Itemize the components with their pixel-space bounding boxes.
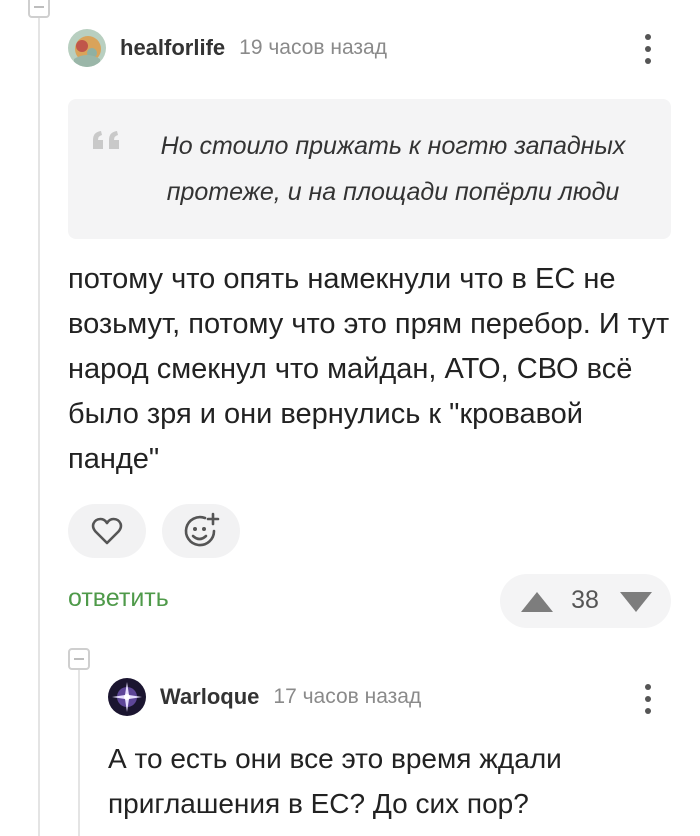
upvote-icon[interactable]	[520, 591, 554, 613]
reply-thread-line	[78, 670, 80, 836]
author-name[interactable]: healforlife	[120, 35, 225, 61]
downvote-icon[interactable]	[619, 591, 653, 613]
collapse-reply-button[interactable]	[68, 648, 90, 670]
more-options-icon[interactable]	[644, 34, 652, 64]
comment-timestamp[interactable]: 19 часов назад	[239, 36, 387, 60]
reply-button[interactable]: ответить	[68, 584, 169, 613]
avatar[interactable]	[68, 29, 106, 67]
comment-body: потому что опять намекнули что в ЕС не в…	[68, 263, 670, 475]
like-button[interactable]	[68, 504, 146, 558]
add-reaction-button[interactable]	[162, 504, 240, 558]
reply-body: А то есть они все это время ждали пригла…	[108, 743, 562, 819]
reply-more-options-icon[interactable]	[644, 684, 652, 714]
quote-block: Но стоило прижать к ногтю западных проте…	[68, 99, 671, 239]
heart-icon	[91, 517, 123, 545]
vote-widget: 38	[500, 574, 671, 628]
reply-header: Warloque 17 часов назад	[108, 678, 421, 716]
add-emoji-icon	[184, 512, 220, 547]
quote-text: Но стоило прижать к ногтю западных проте…	[160, 132, 626, 206]
thread-line	[38, 18, 40, 836]
rating-count: 38	[571, 586, 599, 614]
collapse-thread-button[interactable]	[28, 0, 50, 18]
quote-mark-icon	[90, 129, 124, 156]
comment-header: healforlife 19 часов назад	[68, 29, 387, 67]
reply-timestamp[interactable]: 17 часов назад	[273, 685, 421, 709]
reply-avatar[interactable]	[108, 678, 146, 716]
reply-author-name[interactable]: Warloque	[160, 684, 259, 710]
